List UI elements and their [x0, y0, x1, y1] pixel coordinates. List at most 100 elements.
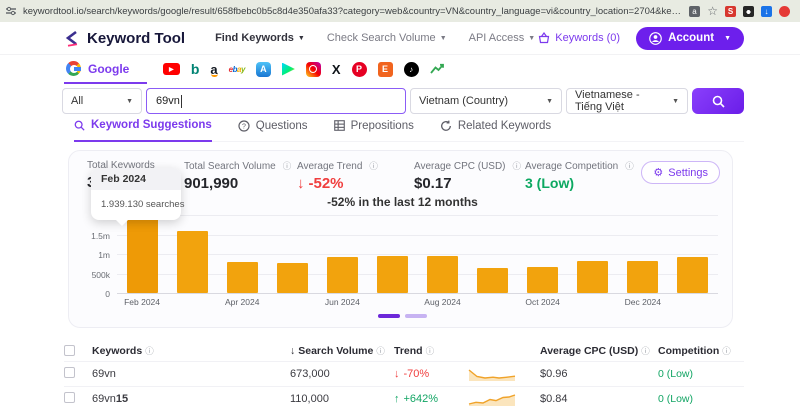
chart-bar[interactable]: [627, 261, 658, 293]
nav-api-access[interactable]: API Access▼: [469, 32, 536, 44]
bookmark-star-icon[interactable]: ☆: [707, 5, 718, 17]
search-icon: [712, 95, 725, 108]
ebay-icon[interactable]: ebay: [229, 65, 245, 74]
nav-check-search-volume[interactable]: Check Search Volume▼: [327, 32, 447, 44]
language-select[interactable]: Vietnamese - Tiếng Việt▼: [566, 88, 688, 114]
chart-bar[interactable]: [377, 256, 408, 293]
result-tabs: Keyword Suggestions ? Questions Preposit…: [74, 117, 744, 142]
keyword-tool-logo[interactable]: Keyword Tool: [64, 30, 185, 47]
info-icon[interactable]: ⓘ: [625, 160, 634, 172]
google-icon: [66, 61, 81, 76]
search-volume-cell: 673,000: [290, 368, 394, 380]
tab-keyword-suggestions[interactable]: Keyword Suggestions: [74, 117, 212, 142]
chart-bar[interactable]: [127, 217, 158, 293]
y-axis: 2m1.5m1m500k0: [87, 215, 117, 293]
app-store-icon[interactable]: A: [256, 62, 271, 77]
x-axis-label: Oct 2024: [518, 297, 568, 307]
keyword-cell[interactable]: 69vn15: [92, 393, 290, 405]
chart-bar[interactable]: [177, 231, 208, 293]
search-volume-cell: 110,000: [290, 393, 394, 405]
header-trend[interactable]: Trendⓘ: [394, 345, 456, 357]
gear-icon: ⚙: [653, 166, 663, 179]
country-select[interactable]: Vietnam (Country)▼: [410, 88, 562, 114]
average-cpc-value: $0.17: [414, 175, 525, 192]
x-axis-label: Dec 2024: [618, 297, 668, 307]
refresh-icon: [440, 120, 452, 132]
table-body: 69vn673,000↓-70%$0.960 (Low)69vn15110,00…: [64, 361, 744, 411]
y-axis-label: 0: [105, 289, 110, 299]
header-competition[interactable]: Competitionⓘ: [658, 345, 744, 357]
info-icon[interactable]: ⓘ: [513, 160, 522, 172]
tab-questions[interactable]: ? Questions: [238, 117, 308, 141]
search-button[interactable]: [692, 88, 744, 114]
chart-tooltip: Feb 2024 1.939.130 searches: [91, 168, 181, 220]
keywords-cart-button[interactable]: Keywords (0): [538, 32, 620, 44]
info-icon[interactable]: ⓘ: [283, 160, 292, 172]
chart-bar[interactable]: [227, 262, 258, 293]
url-text[interactable]: keywordtool.io/search/keywords/google/re…: [23, 6, 682, 17]
info-icon[interactable]: ⓘ: [369, 160, 378, 172]
x-axis-label: [468, 297, 518, 307]
instagram-icon[interactable]: [306, 62, 321, 77]
scope-select[interactable]: All▼: [62, 88, 142, 114]
extension-icon-3[interactable]: ↓: [761, 6, 772, 17]
chart-bar[interactable]: [277, 263, 308, 293]
tab-prepositions[interactable]: Prepositions: [334, 117, 414, 141]
header-average-cpc[interactable]: Average CPC (USD)ⓘ: [540, 345, 658, 357]
google-play-icon[interactable]: [282, 63, 295, 76]
settings-button[interactable]: ⚙Settings: [641, 161, 720, 184]
tab-related-keywords[interactable]: Related Keywords: [440, 117, 551, 141]
nav-find-keywords[interactable]: Find Keywords▼: [215, 32, 305, 44]
pinterest-icon[interactable]: P: [352, 62, 367, 77]
table-row[interactable]: 69vn673,000↓-70%$0.960 (Low): [64, 361, 744, 386]
youtube-icon[interactable]: ▶: [163, 63, 180, 75]
tiktok-icon[interactable]: ♪: [404, 62, 419, 77]
chart-bar[interactable]: [427, 256, 458, 293]
keyword-cell[interactable]: 69vn: [92, 368, 290, 380]
google-trends-icon[interactable]: [430, 63, 445, 75]
trend-cell: ↓-70%: [394, 368, 456, 380]
info-icon[interactable]: ⓘ: [376, 345, 385, 357]
stat-average-trend: Average Trendⓘ ↓-52%: [297, 160, 414, 192]
magnifier-icon: [74, 120, 85, 131]
platform-tab-google[interactable]: Google: [64, 61, 147, 84]
pagination-dot[interactable]: [405, 314, 427, 318]
row-checkbox[interactable]: [64, 392, 75, 403]
translate-icon[interactable]: [689, 6, 700, 17]
amazon-icon[interactable]: a: [210, 62, 217, 77]
site-info-icon[interactable]: [6, 6, 16, 16]
chart-bar[interactable]: [577, 261, 608, 293]
google-tab-label: Google: [88, 62, 129, 76]
stat-average-cpc: Average CPC (USD)ⓘ $0.17: [414, 160, 525, 192]
info-icon[interactable]: ⓘ: [426, 345, 435, 357]
search-input[interactable]: 69vn: [146, 88, 406, 114]
chart-bar[interactable]: [677, 257, 708, 293]
row-checkbox[interactable]: [64, 367, 75, 378]
sort-desc-icon: ↓: [290, 345, 295, 357]
extension-icon-1[interactable]: S: [725, 6, 736, 17]
pagination-dot-active[interactable]: [378, 314, 400, 318]
chart-bar[interactable]: [477, 268, 508, 293]
info-icon[interactable]: ⓘ: [722, 345, 731, 357]
chart-bar[interactable]: [527, 267, 558, 293]
y-axis-label: 500k: [92, 270, 110, 280]
account-button[interactable]: Account ▼: [636, 27, 744, 50]
extension-icon-2[interactable]: [743, 6, 754, 17]
trend-sparkline: [456, 392, 540, 406]
table-row[interactable]: 69vn15110,000↑+642%$0.840 (Low): [64, 386, 744, 411]
cpc-cell: $0.84: [540, 393, 658, 405]
x-axis-label: Feb 2024: [117, 297, 167, 307]
svg-text:?: ?: [242, 123, 246, 130]
bing-icon[interactable]: b: [191, 61, 200, 77]
stat-total-search-volume: Total Search Volumeⓘ 901,990: [184, 160, 297, 192]
x-icon[interactable]: X: [332, 62, 341, 77]
chart-bar[interactable]: [327, 257, 358, 293]
info-icon[interactable]: ⓘ: [145, 345, 154, 357]
select-all-checkbox[interactable]: [64, 345, 75, 356]
y-axis-label: 1m: [98, 250, 110, 260]
header-search-volume[interactable]: ↓Search Volumeⓘ: [290, 345, 394, 357]
extension-icon-4[interactable]: [779, 6, 790, 17]
etsy-icon[interactable]: E: [378, 62, 393, 77]
header-keywords[interactable]: Keywordsⓘ: [92, 345, 290, 357]
info-icon[interactable]: ⓘ: [641, 345, 650, 357]
